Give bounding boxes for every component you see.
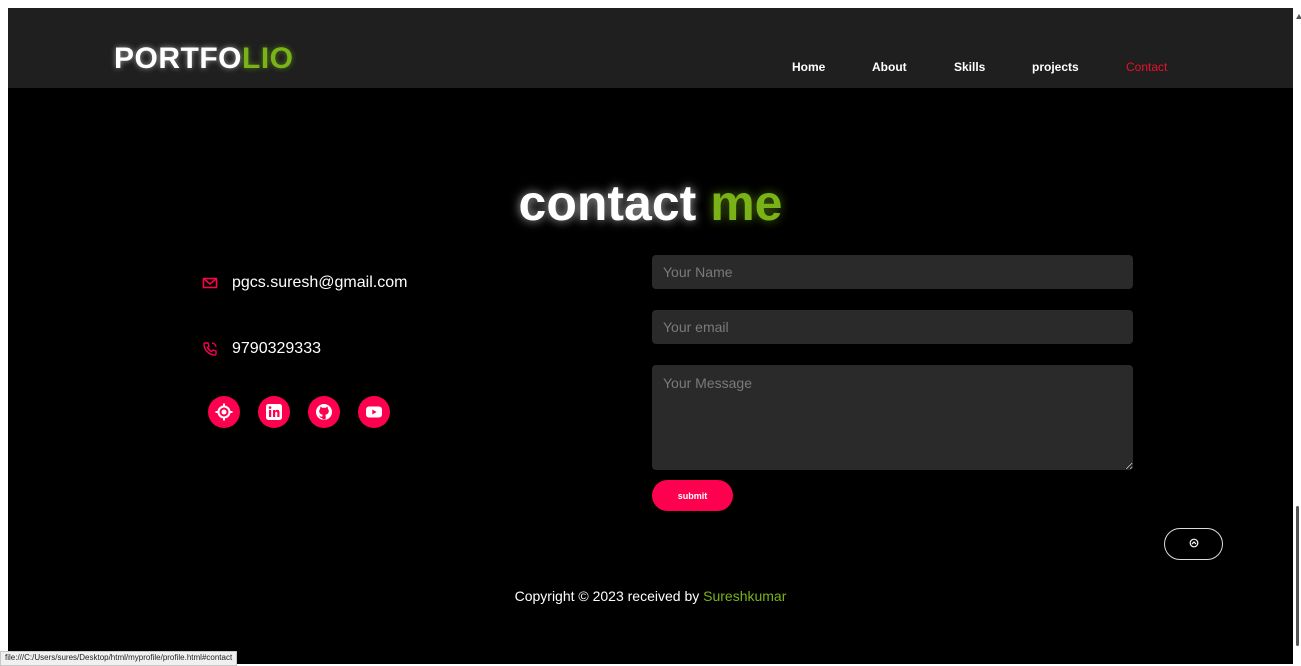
- nav-contact[interactable]: Contact: [1126, 60, 1167, 74]
- nav-skills[interactable]: Skills: [954, 60, 985, 74]
- section-title: contact me: [8, 174, 1293, 232]
- copyright-author[interactable]: Sureshkumar: [703, 588, 786, 604]
- navbar: PORTFOLIO Home About Skills projects Con…: [8, 8, 1293, 88]
- social-links: [208, 396, 390, 428]
- submit-button[interactable]: submit: [652, 480, 733, 511]
- scroll-up-arrow-icon[interactable]: [1296, 14, 1301, 19]
- mail-icon: [202, 275, 218, 291]
- nav-home[interactable]: Home: [792, 60, 825, 74]
- youtube-icon[interactable]: [358, 396, 390, 428]
- nav-menu: Home About Skills projects Contact: [8, 60, 1293, 80]
- phone-icon: [202, 341, 218, 357]
- location-icon[interactable]: [208, 396, 240, 428]
- scrollbar-thumb[interactable]: [1296, 506, 1299, 646]
- nav-about[interactable]: About: [872, 60, 907, 74]
- copyright-text: Copyright © 2023 received by: [514, 588, 704, 604]
- email-text: pgcs.suresh@gmail.com: [232, 274, 408, 291]
- phone-row: 9790329333: [202, 340, 321, 358]
- nav-projects[interactable]: projects: [1032, 60, 1079, 74]
- phone-text: 9790329333: [232, 340, 321, 357]
- title-main: contact: [518, 175, 711, 231]
- page: PORTFOLIO Home About Skills projects Con…: [8, 8, 1293, 664]
- message-input[interactable]: [652, 365, 1133, 470]
- arrow-up-icon: [1189, 535, 1199, 553]
- copyright: Copyright © 2023 received by Sureshkumar: [8, 588, 1293, 604]
- name-input[interactable]: [652, 255, 1133, 289]
- github-icon[interactable]: [308, 396, 340, 428]
- linkedin-icon[interactable]: [258, 396, 290, 428]
- scroll-top-button[interactable]: [1164, 528, 1223, 560]
- email-input[interactable]: [652, 310, 1133, 344]
- title-accent: me: [710, 175, 783, 231]
- email-row: pgcs.suresh@gmail.com: [202, 274, 407, 292]
